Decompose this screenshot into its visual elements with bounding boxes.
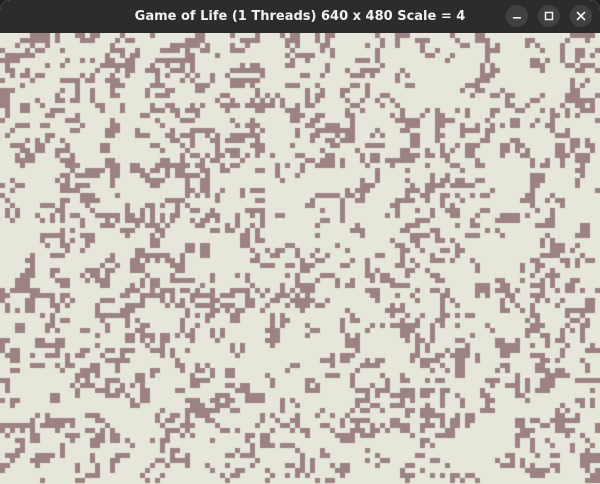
close-button[interactable] [570, 5, 592, 27]
app-window: Game of Life (1 Threads) 640 x 480 Scale… [0, 0, 600, 484]
minimize-button[interactable] [506, 5, 528, 27]
minimize-icon [513, 17, 521, 19]
close-icon [576, 11, 586, 21]
title-bar[interactable]: Game of Life (1 Threads) 640 x 480 Scale… [0, 0, 600, 33]
maximize-icon [544, 11, 554, 21]
life-grid-area[interactable] [0, 33, 600, 484]
life-grid-canvas[interactable] [0, 33, 600, 484]
maximize-button[interactable] [538, 5, 560, 27]
